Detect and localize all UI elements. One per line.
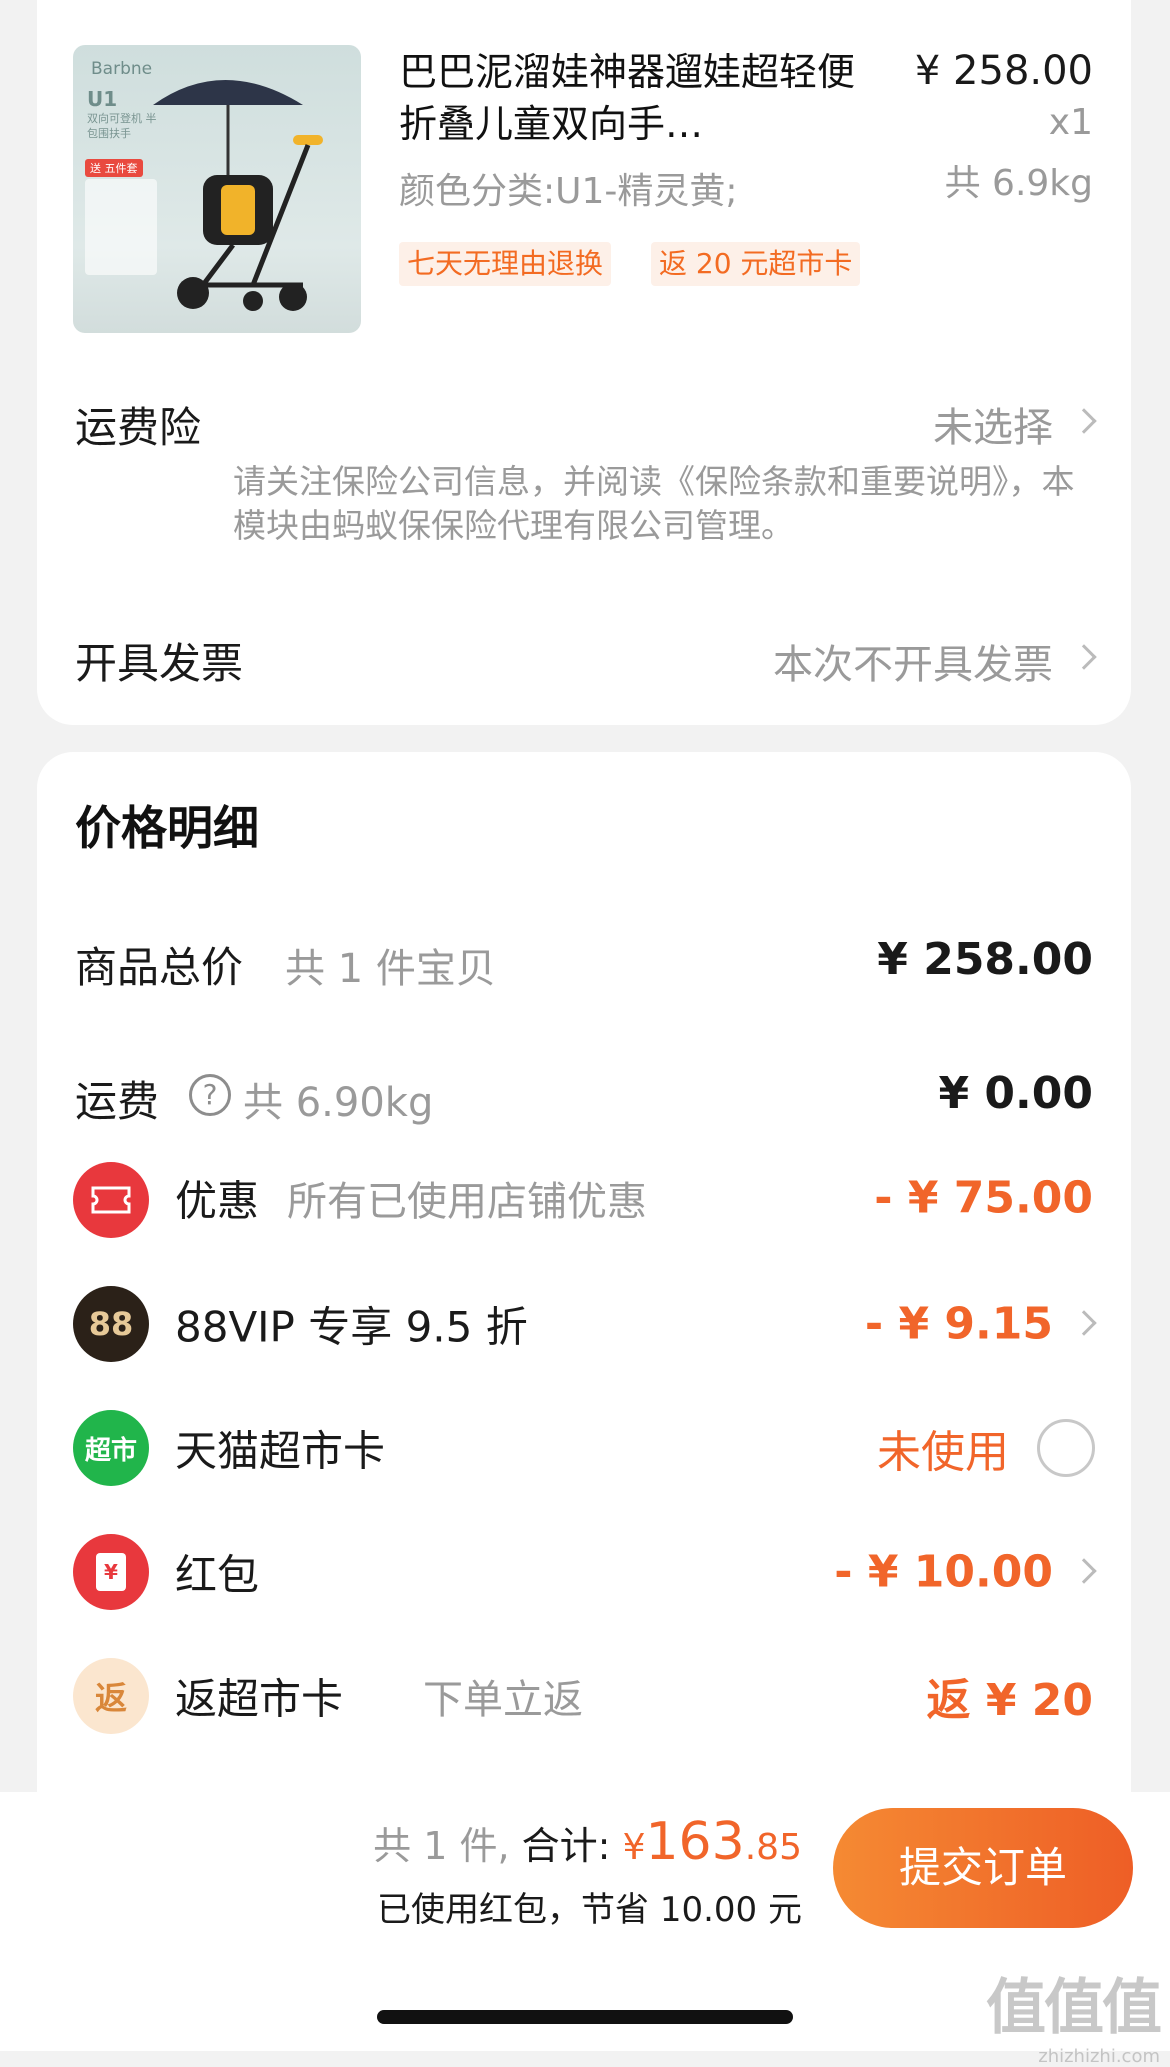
discount-label: 优惠	[175, 1176, 260, 1226]
savings-text: 已使用红包，节省 10.00 元	[377, 1890, 802, 1930]
red-packet-glyph: ¥	[96, 1553, 126, 1591]
shipping-insurance-label: 运费险	[75, 403, 202, 452]
coupon-icon	[73, 1162, 149, 1238]
product-price: ¥ 258.00	[914, 48, 1093, 94]
invoice-value: 本次不开具发票	[773, 642, 1053, 688]
rebate-sub: 下单立返	[423, 1677, 583, 1723]
chevron-right-icon	[1071, 644, 1097, 670]
chevron-right-icon	[1071, 1310, 1097, 1336]
vip-discount-label: 88VIP 专享 9.5 折	[175, 1302, 528, 1352]
freight-label: 运费	[75, 1077, 160, 1126]
tmall-supermarket-icon: 超市	[73, 1410, 149, 1486]
rebate-label: 返超市卡	[175, 1674, 344, 1724]
goods-total-sub: 共 1 件宝贝	[285, 946, 496, 992]
goods-total-label: 商品总价	[75, 943, 244, 992]
order-item-card: Barbne U1 双向可登机 半包围扶手 送 五件套 巴巴泥溜娃神器遛娃超轻便…	[37, 0, 1131, 725]
tmall-card-label: 天猫超市卡	[175, 1426, 386, 1476]
product-sku[interactable]: 颜色分类:U1-精灵黄;	[399, 162, 738, 214]
service-tag-rebate: 返 20 元超市卡	[651, 242, 861, 286]
total-decimal: .85	[744, 1827, 802, 1868]
order-total-line: 共 1 件, 合计: ¥163.85	[373, 1812, 802, 1872]
thumb-gift-badge: 送 五件套	[85, 159, 143, 177]
product-thumbnail[interactable]: Barbne U1 双向可登机 半包围扶手 送 五件套	[73, 45, 361, 333]
thumb-model: U1	[87, 87, 118, 111]
price-detail-title: 价格明细	[75, 801, 259, 855]
freight-amount: ¥ 0.00	[938, 1068, 1094, 1119]
price-detail-card: 价格明细 商品总价 共 1 件宝贝 ¥ 258.00 运费 ? 共 6.90kg…	[37, 752, 1131, 1792]
red-packet-label: 红包	[175, 1550, 260, 1600]
freight-sub: 共 6.90kg	[243, 1080, 434, 1126]
chevron-right-icon	[1071, 408, 1097, 434]
total-currency: ¥	[622, 1827, 646, 1868]
invoice-label: 开具发票	[75, 639, 244, 688]
vip-88-icon: 88	[73, 1286, 149, 1362]
watermark-url: zhizhizhi.com	[1038, 2046, 1160, 2067]
total-integer: 163	[645, 1812, 745, 1872]
total-label: 合计:	[521, 1824, 611, 1868]
product-quantity: x1	[1048, 102, 1093, 143]
ticket-icon	[91, 1186, 131, 1214]
stroller-illustration	[153, 80, 323, 311]
goods-total-amount: ¥ 258.00	[877, 934, 1093, 985]
tmall-card-status: 未使用	[877, 1427, 1009, 1478]
product-title[interactable]: 巴巴泥溜娃神器遛娃超轻便折叠儿童双向手…	[399, 46, 859, 150]
item-count: 共 1 件,	[373, 1824, 510, 1868]
tmall-card-radio[interactable]	[1037, 1419, 1095, 1477]
product-weight: 共 6.9kg	[944, 163, 1093, 204]
watermark-logo: 值值值	[986, 1973, 1162, 2043]
discount-sub: 所有已使用店铺优惠	[287, 1179, 647, 1225]
submit-order-button[interactable]: 提交订单	[833, 1808, 1133, 1928]
red-packet-amount: - ¥ 10.00	[834, 1546, 1053, 1598]
chevron-right-icon	[1071, 1558, 1097, 1584]
shipping-insurance-value: 未选择	[933, 405, 1053, 451]
service-tag-return: 七天无理由退换	[399, 242, 612, 286]
rebate-icon: 返	[73, 1658, 149, 1734]
vip-discount-amount: - ¥ 9.15	[864, 1298, 1053, 1350]
help-icon[interactable]: ?	[189, 1074, 231, 1116]
discount-amount: - ¥ 75.00	[874, 1172, 1093, 1224]
red-packet-icon: ¥	[73, 1534, 149, 1610]
rebate-amount: 返 ¥ 20	[926, 1675, 1093, 1726]
home-indicator[interactable]	[377, 2010, 793, 2024]
checkout-bar: 共 1 件, 合计: ¥163.85 已使用红包，节省 10.00 元 提交订单…	[0, 1792, 1170, 2067]
insurance-note: 请关注保险公司信息，并阅读《保险条款和重要说明》，本模块由蚂蚁保保险代理有限公司…	[233, 462, 1075, 545]
